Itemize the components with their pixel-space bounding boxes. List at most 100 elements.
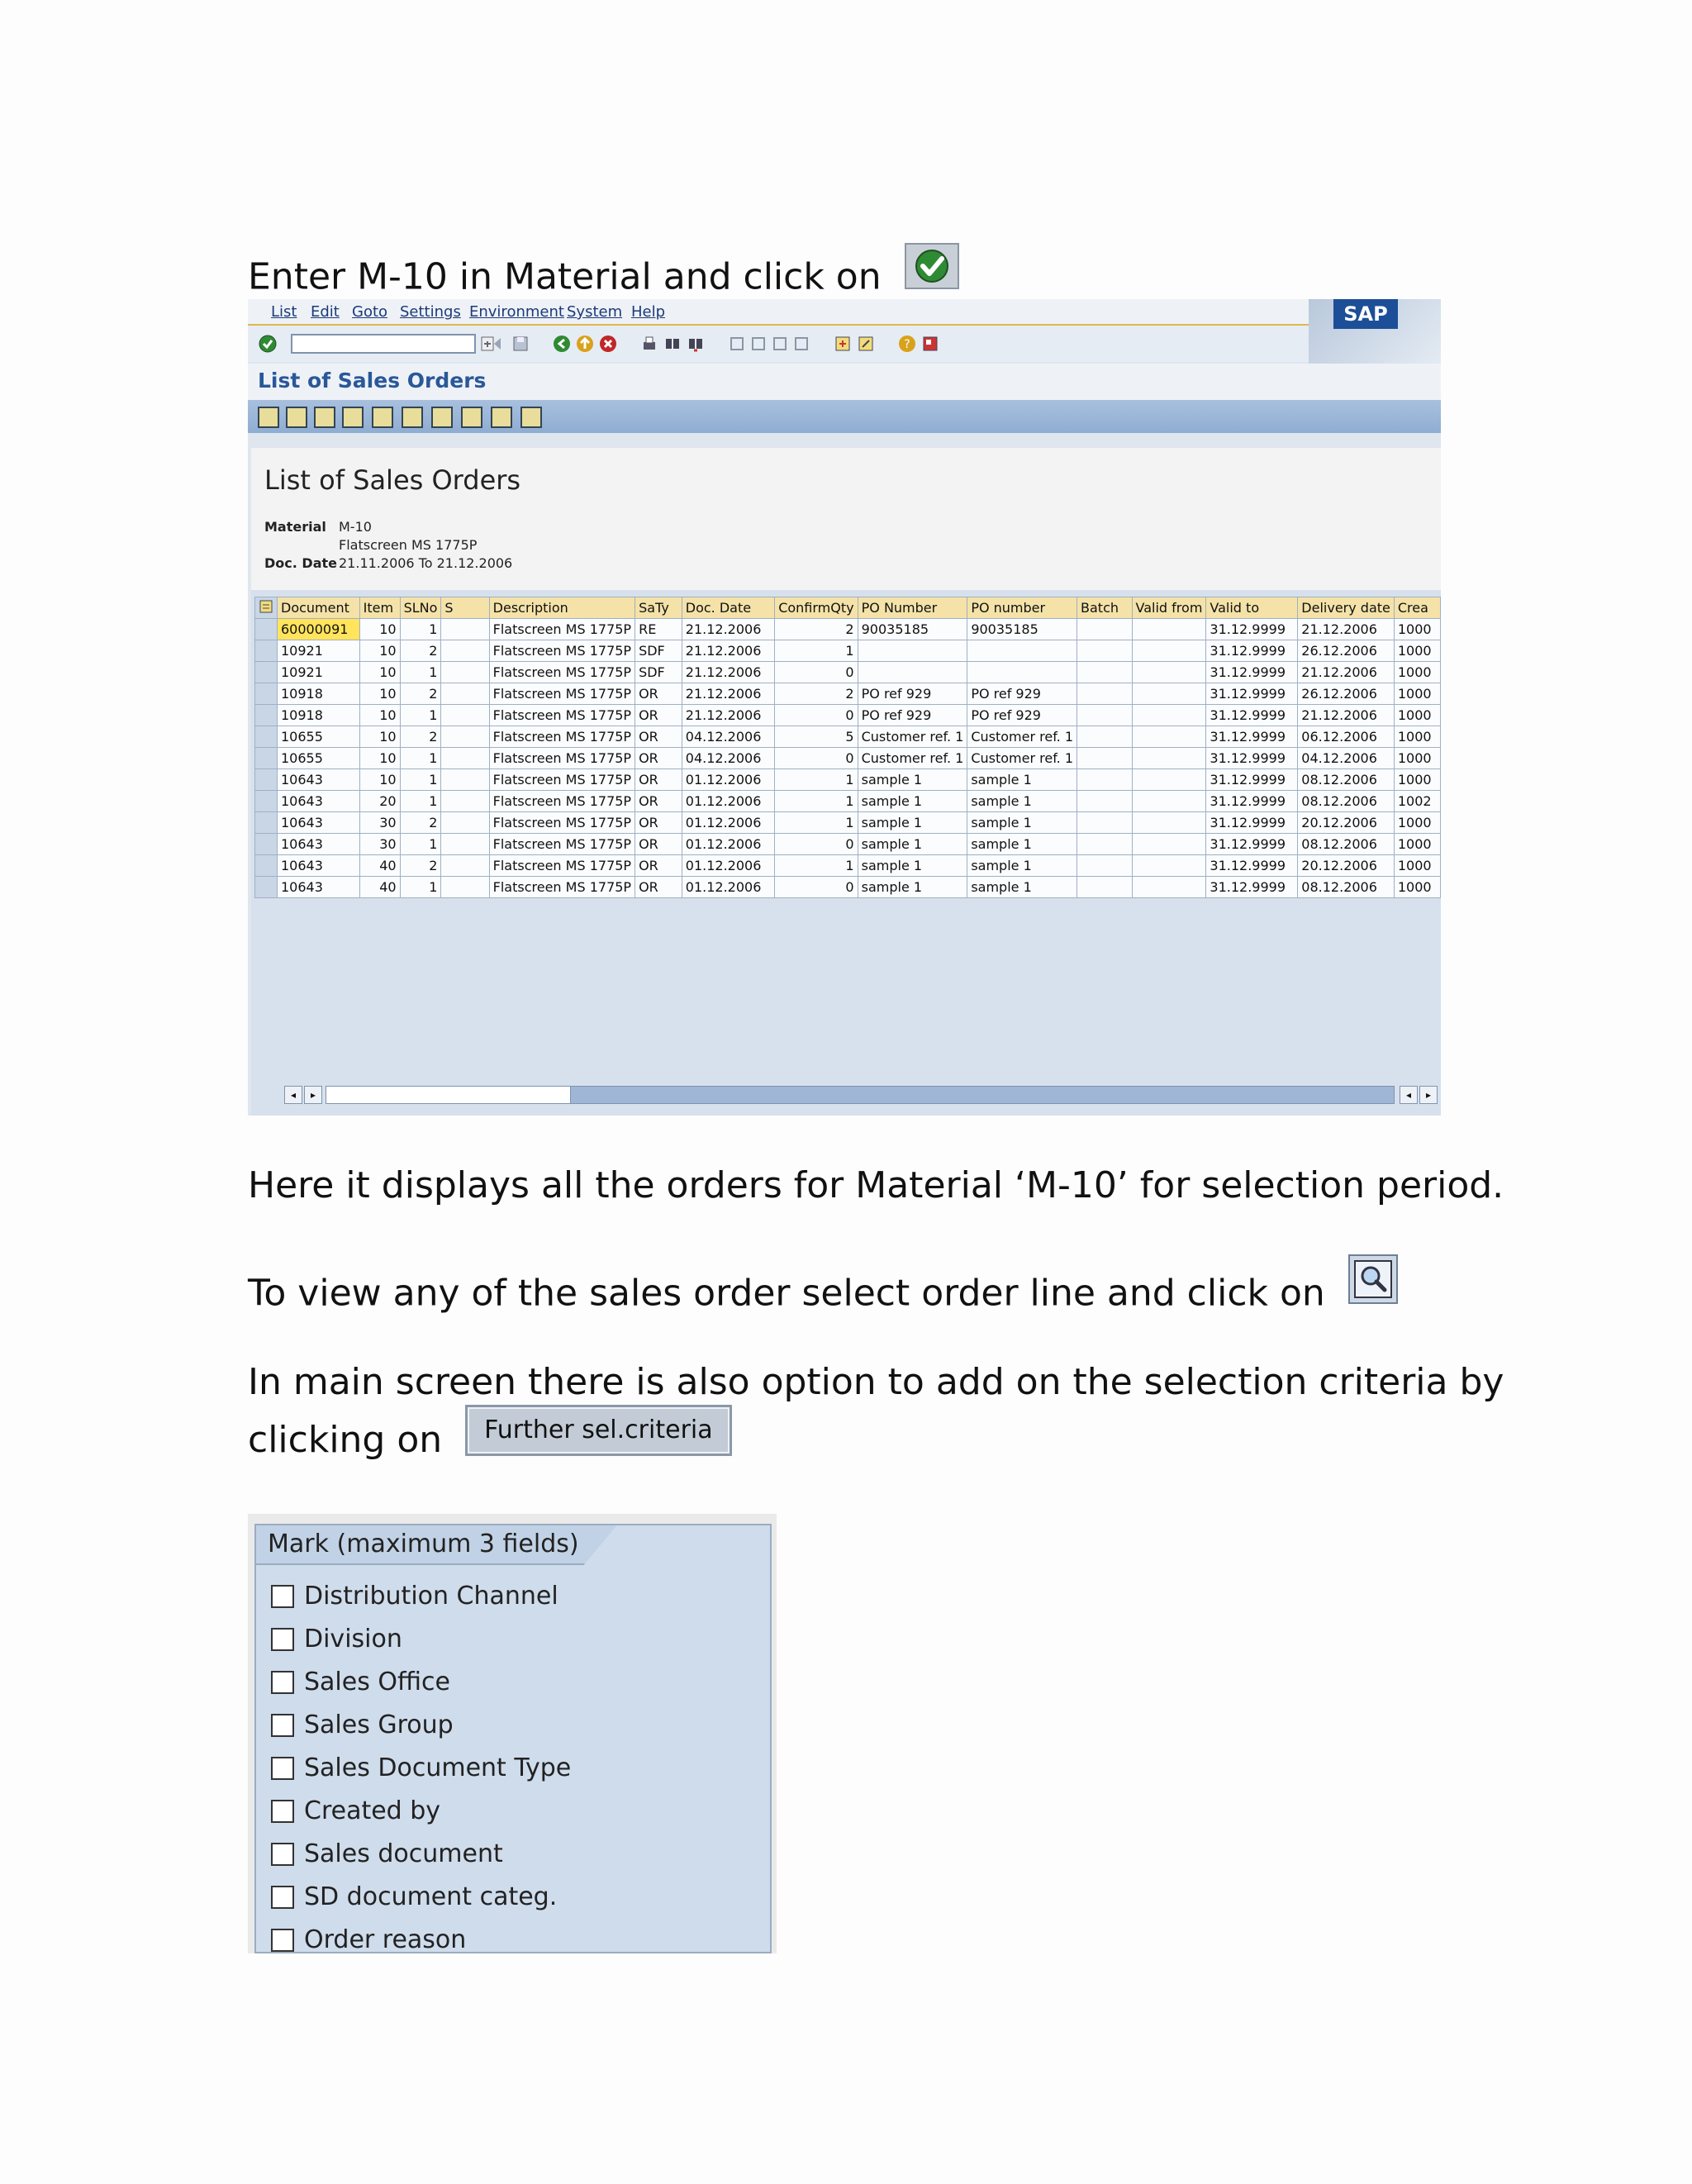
mark-option-checkbox[interactable] [271,1671,294,1694]
scroll-right-icon[interactable]: ▸ [304,1086,322,1104]
mark-option-checkbox[interactable] [271,1585,294,1608]
mark-option-checkbox[interactable] [271,1886,294,1909]
print-icon[interactable] [639,334,659,354]
row-selector[interactable] [254,854,278,877]
row-selector[interactable] [254,661,278,683]
horizontal-scrollbar[interactable]: ◂ ▸ ◂ ▸ [276,1086,1441,1104]
previous-page-icon[interactable] [749,334,768,354]
col-po-number-2[interactable]: PO number [967,597,1078,619]
col-document[interactable]: Document [277,597,360,619]
save-icon[interactable] [511,334,530,354]
command-field[interactable] [291,334,476,354]
table-row[interactable]: 10921 10 2 Flatscreen MS 1775P SDF 21.12.2006… [254,640,1441,662]
menu-system[interactable]: System [567,303,622,321]
enter-icon[interactable] [258,334,278,354]
col-delivery-date[interactable]: Delivery date [1297,597,1395,619]
select-all-icon[interactable] [254,597,278,619]
next-page-icon[interactable] [770,334,790,354]
col-created[interactable]: Crea [1393,597,1441,619]
col-batch[interactable]: Batch [1077,597,1133,619]
row-selector[interactable] [254,833,278,855]
display-detail-icon[interactable] [258,407,279,428]
first-page-icon[interactable] [727,334,747,354]
menu-help[interactable]: Help [631,303,665,321]
row-selector[interactable] [254,790,278,812]
subtotal-icon[interactable] [461,407,482,428]
menu-edit[interactable]: Edit [311,303,340,321]
find-icon[interactable] [663,334,682,354]
col-description[interactable]: Description [488,597,636,619]
create-session-icon[interactable] [833,334,853,354]
print-preview-icon[interactable] [286,407,307,428]
back-icon[interactable] [552,334,572,354]
row-selector[interactable] [254,640,278,662]
sort-icon[interactable] [314,407,335,428]
col-slno[interactable]: SLNo [399,597,442,619]
scroll-right-end-icon[interactable]: ▸ [1419,1086,1438,1104]
table-cell-confirmqty: 1 [774,768,858,791]
further-sel-criteria-button[interactable]: Further sel.criteria [465,1405,732,1456]
change-layout-icon[interactable] [520,407,542,428]
col-doc-date[interactable]: Doc. Date [681,597,776,619]
col-item[interactable]: Item [359,597,401,619]
col-valid-from[interactable]: Valid from [1131,597,1207,619]
row-selector[interactable] [254,618,278,640]
table-row[interactable]: 10918 10 2 Flatscreen MS 1775P OR 21.12.2006 2… [254,683,1441,705]
menu-settings[interactable]: Settings [400,303,461,321]
table-row[interactable]: 60000091 10 1 Flatscreen MS 1775P RE 21.12.20… [254,618,1441,640]
table-row[interactable]: 10643 30 2 Flatscreen MS 1775P OR 01.12.2006 1… [254,811,1441,834]
mark-fields-title-tab: Mark (maximum 3 fields) [256,1525,617,1565]
col-s[interactable]: S [440,597,490,619]
scroll-left-icon[interactable]: ◂ [284,1086,302,1104]
mark-option-checkbox[interactable] [271,1929,294,1952]
exit-icon[interactable] [575,334,595,354]
filter-icon[interactable] [402,407,423,428]
table-cell-document[interactable]: 60000091 [277,618,360,640]
sort-descending-icon[interactable] [342,407,364,428]
col-valid-to[interactable]: Valid to [1205,597,1299,619]
cancel-icon[interactable] [598,334,618,354]
mark-option-checkbox[interactable] [271,1714,294,1737]
row-selector[interactable] [254,747,278,769]
col-po-number[interactable]: PO Number [857,597,968,619]
export-spreadsheet-icon[interactable] [491,407,512,428]
table-row[interactable]: 10921 10 1 Flatscreen MS 1775P SDF 21.12.2006… [254,661,1441,683]
back-arrow-icon[interactable] [487,334,507,354]
row-selector[interactable] [254,726,278,748]
mark-option-checkbox[interactable] [271,1757,294,1780]
menu-goto[interactable]: Goto [352,303,387,321]
table-cell-valid-to: 31.12.9999 [1205,640,1299,662]
last-page-icon[interactable] [791,334,811,354]
row-selector[interactable] [254,811,278,834]
mark-option-checkbox[interactable] [271,1843,294,1866]
table-row[interactable]: 10643 10 1 Flatscreen MS 1775P OR 01.12.2006 1… [254,768,1441,791]
customize-layout-icon[interactable] [920,334,940,354]
mark-option-checkbox[interactable] [271,1628,294,1651]
menu-list[interactable]: List [271,303,297,321]
table-row[interactable]: 10643 30 1 Flatscreen MS 1775P OR 01.12.2006 0… [254,833,1441,855]
table-row[interactable]: 10655 10 2 Flatscreen MS 1775P OR 04.12.2006 5… [254,726,1441,748]
row-selector[interactable] [254,876,278,898]
table-cell-valid-from [1131,704,1207,726]
scroll-left-end-icon[interactable]: ◂ [1400,1086,1418,1104]
row-selector[interactable] [254,704,278,726]
col-confirmqty[interactable]: ConfirmQty [774,597,858,619]
table-cell-po-number [857,640,968,662]
row-selector[interactable] [254,683,278,705]
table-row[interactable]: 10643 40 2 Flatscreen MS 1775P OR 01.12.2006 1… [254,854,1441,877]
table-row[interactable]: 10918 10 1 Flatscreen MS 1775P OR 21.12.2006 0… [254,704,1441,726]
table-row[interactable]: 10643 20 1 Flatscreen MS 1775P OR 01.12.2006 1… [254,790,1441,812]
shortcut-icon[interactable] [856,334,876,354]
table-row[interactable]: 10655 10 1 Flatscreen MS 1775P OR 04.12.2006 0… [254,747,1441,769]
help-icon[interactable]: ? [897,334,917,354]
menu-environment[interactable]: Environment [469,303,564,321]
col-saty[interactable]: SaTy [634,597,682,619]
mark-option-checkbox[interactable] [271,1800,294,1823]
total-icon[interactable] [431,407,453,428]
scrollbar-thumb[interactable] [326,1086,572,1104]
scrollbar-track[interactable] [570,1086,1395,1104]
find-next-icon[interactable] [686,334,706,354]
table-row[interactable]: 10643 40 1 Flatscreen MS 1775P OR 01.12.2006 0… [254,876,1441,898]
set-filter-icon[interactable] [372,407,393,428]
row-selector[interactable] [254,768,278,791]
